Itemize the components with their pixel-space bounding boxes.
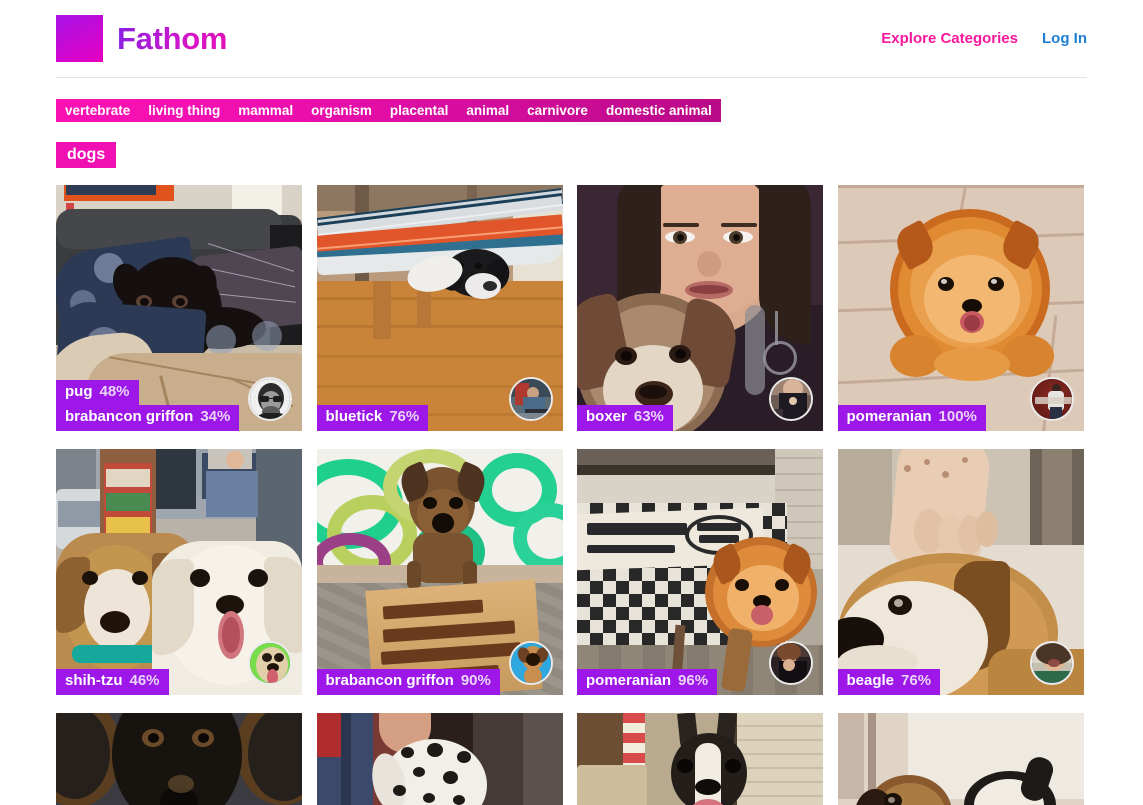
confidence-pct: 46% [129,672,160,690]
breed-name: bluetick [325,408,383,426]
nav-log-in[interactable]: Log In [1042,30,1087,47]
avatar-woman-smiling[interactable] [1029,641,1074,685]
photo-boston-terrier-shop [577,713,823,805]
avatar-dog-green[interactable] [248,641,292,685]
breadcrumb-tag-mammal[interactable]: mammal [229,99,302,122]
prediction-labels: brabancon griffon 90% [316,669,500,695]
card-brabancon-griffon[interactable]: brabancon griffon 90% [316,449,563,695]
confidence-pct: 100% [938,408,977,426]
prediction-labels: bluetick 76% [316,405,429,431]
breed-name: brabancon griffon [325,672,454,690]
breed-name: pug [65,382,93,400]
photo-dalmatian-being-petted [316,713,563,805]
page-root: Fathom Explore Categories Log In vertebr… [0,0,1143,805]
confidence-pct: 34% [200,408,231,426]
photo-basset-hound-indoors [837,713,1084,805]
photo-dachshund-closeup [56,713,302,805]
breed-name: pomeranian [846,408,932,426]
prediction-label: shih-tzu 46% [56,669,169,695]
prediction-label: brabancon griffon 34% [56,405,240,431]
subtag-row: dogs [56,142,117,168]
breadcrumb-tag-placental[interactable]: placental [381,99,458,122]
card-row3-4[interactable] [837,713,1084,805]
card-beagle[interactable]: beagle 76% [837,449,1084,695]
breed-name: shih-tzu [65,672,123,690]
card-pug[interactable]: pug 48% brabancon griffon 34% [56,185,302,431]
card-shih-tzu[interactable]: shih-tzu 46% [56,449,302,695]
site-header: Fathom Explore Categories Log In [56,0,1087,78]
breadcrumb-tag-organism[interactable]: organism [302,99,381,122]
card-row3-3[interactable] [577,713,823,805]
confidence-pct: 90% [460,672,491,690]
prediction-labels: pomeranian 96% [577,669,718,695]
brand-name: Fathom [117,20,228,56]
prediction-labels: pomeranian 100% [837,405,986,431]
confidence-pct: 48% [99,382,130,400]
avatar-person-sitting[interactable] [508,377,553,421]
gradient-square-logo-icon [56,15,103,62]
breed-name: beagle [846,672,895,690]
breadcrumb-tag-animal[interactable]: animal [457,99,518,122]
breed-name: pomeranian [586,672,672,690]
breadcrumb-tag-vertebrate[interactable]: vertebrate [56,99,139,122]
confidence-pct: 96% [678,672,709,690]
card-row3-1[interactable] [56,713,302,805]
subtag-dogs[interactable]: dogs [56,142,117,168]
breadcrumb: vertebrate living thing mammal organism … [56,99,721,122]
brand[interactable]: Fathom [56,15,227,62]
avatar-uniforme[interactable] [1029,377,1074,421]
prediction-label: beagle 76% [837,669,941,695]
prediction-labels: boxer 63% [577,405,673,431]
nav-explore-categories[interactable]: Explore Categories [881,30,1018,47]
card-pomeranian-1[interactable]: pomeranian 100% [837,185,1084,431]
card-bluetick[interactable]: bluetick 76% [316,185,563,431]
prediction-label: brabancon griffon 90% [316,669,500,695]
card-pomeranian-2[interactable]: pomeranian 96% [577,449,823,695]
breadcrumb-tag-carnivore[interactable]: carnivore [518,99,597,122]
prediction-labels: shih-tzu 46% [56,669,169,695]
confidence-pct: 63% [633,408,664,426]
image-grid: pug 48% brabancon griffon 34% bluetick 7… [56,185,1087,805]
breadcrumb-tag-domestic-animal[interactable]: domestic animal [597,99,721,122]
avatar-woman-dark[interactable] [769,377,813,421]
prediction-label: pomeranian 100% [837,405,986,431]
confidence-pct: 76% [389,408,420,426]
confidence-pct: 76% [901,672,932,690]
card-boxer[interactable]: boxer 63% [577,185,823,431]
card-row3-2[interactable] [316,713,563,805]
prediction-label: bluetick 76% [316,405,429,431]
prediction-labels: beagle 76% [837,669,941,695]
avatar-woman-indoor[interactable] [769,641,813,685]
header-nav: Explore Categories Log In [881,30,1087,47]
prediction-label: pomeranian 96% [577,669,718,695]
prediction-labels: pug 48% brabancon griffon 34% [56,379,240,431]
prediction-label: pug 48% [56,379,139,406]
prediction-label: boxer 63% [577,405,673,431]
avatar-dog-blue[interactable] [508,641,553,685]
avatar-man-glasses-bw[interactable] [248,377,292,421]
breadcrumb-tag-living-thing[interactable]: living thing [139,99,229,122]
breed-name: brabancon griffon [65,408,194,426]
breed-name: boxer [586,408,627,426]
